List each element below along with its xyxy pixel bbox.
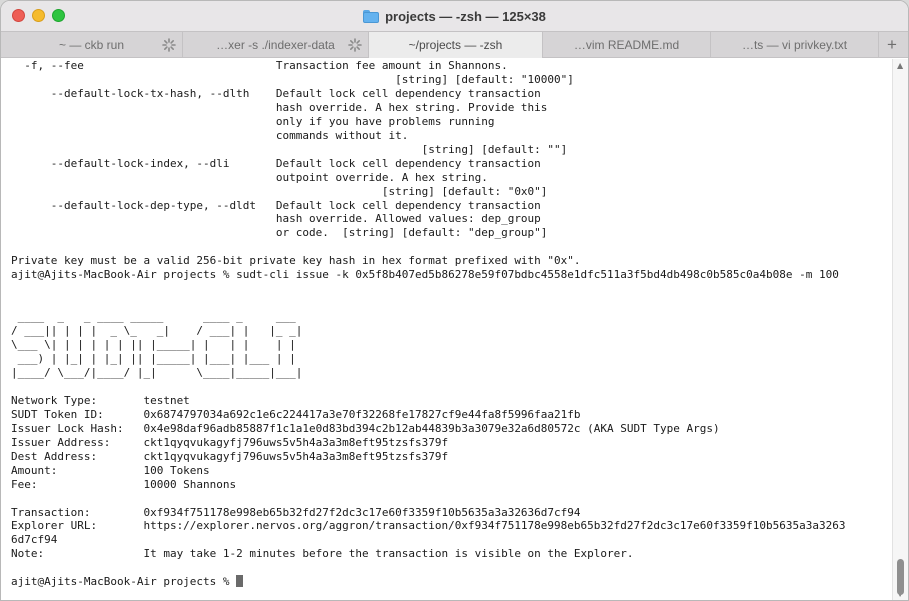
terminal-line: Transaction: 0xf934f751178e998eb65b32fd2… [11,505,581,519]
text-cursor [236,575,244,588]
terminal-line: Dest Address: ckt1qyqvukagyfj796uws5v5h4… [11,449,449,463]
terminal-line: ___) | |_| | |_| || |_____| |___| |___ |… [11,352,296,366]
terminal-line: or code. [string] [default: "dep_group"] [11,226,548,240]
scroll-up-arrow-icon[interactable]: ▲ [897,62,904,70]
terminal-line: \___ \| | | | | | || |_____| | | | | | [11,338,296,352]
window-title: projects — -zsh — 125×38 [385,8,546,24]
folder-icon [363,9,380,23]
window-title-group: projects — -zsh — 125×38 [1,7,908,25]
terminal-line: 6d7cf94 [11,533,58,547]
terminal-line: [string] [default: "10000"] [11,72,574,86]
terminal-text: -f, --fee Transaction fee amount in Shan… [11,59,845,589]
scrollbar-thumb[interactable] [897,559,904,595]
tab-vi-privkey[interactable]: …ts — vi privkey.txt [711,32,879,58]
activity-spinner-icon [162,38,176,52]
terminal-line: only if you have problems running [11,114,495,128]
terminal-prompt-line: ajit@Ajits-MacBook-Air projects % [11,575,845,589]
tab-indexer[interactable]: …xer -s ./indexer-data [183,32,369,58]
terminal-window: projects — -zsh — 125×38 ~ — ckb run …xe… [0,0,909,601]
terminal-line: Issuer Lock Hash: 0x4e98daf96adb85887f1c… [11,421,720,435]
terminal-line: -f, --fee Transaction fee amount in Shan… [11,59,508,72]
tab-label: …vim README.md [573,38,680,52]
tab-projects-zsh[interactable]: ~/projects — -zsh [369,32,543,58]
terminal-line: hash override. A hex string. Provide thi… [11,100,548,114]
tab-label: ~/projects — -zsh [408,38,503,52]
terminal-line: Private key must be a valid 256-bit priv… [11,254,581,268]
terminal-line: ajit@Ajits-MacBook-Air projects % sudt-c… [11,268,839,282]
terminal-line: ____ _ _ ____ _____ ____ _ ___ [11,310,296,324]
terminal-line: SUDT Token ID: 0x6874797034a692c1e6c2244… [11,407,581,421]
tab-label: …xer -s ./indexer-data [216,38,335,52]
terminal-line: Issuer Address: ckt1qyqvukagyfj796uws5v5… [11,435,449,449]
terminal-line: Explorer URL: https://explorer.nervos.or… [11,519,846,533]
terminal-line: commands without it. [11,128,409,142]
title-bar[interactable]: projects — -zsh — 125×38 [1,1,908,31]
terminal-line: / ___|| | | | _ \_ _| / ___| | |_ _| [11,324,303,338]
terminal-line: outpoint override. A hex string. [11,170,488,184]
terminal-line: --default-lock-tx-hash, --dlth Default l… [11,86,541,100]
terminal-line: [string] [default: ""] [11,142,568,156]
terminal-line: --default-lock-index, --dli Default lock… [11,156,541,170]
activity-spinner-icon [348,38,362,52]
tab-bar: ~ — ckb run …xer -s ./indexer-data ~/pro… [1,31,908,58]
terminal-line: [string] [default: "0x0"] [11,184,548,198]
tab-label: ~ — ckb run [58,38,125,52]
terminal-output[interactable]: -f, --fee Transaction fee amount in Shan… [1,59,894,600]
terminal-line: Amount: 100 Tokens [11,463,210,477]
tab-vim-readme[interactable]: …vim README.md [543,32,711,58]
terminal-line: Fee: 10000 Shannons [11,477,237,491]
tab-ckb-run[interactable]: ~ — ckb run [1,32,183,58]
terminal-line: hash override. Allowed values: dep_group [11,212,541,226]
new-tab-button[interactable]: + [879,32,905,58]
tab-label: …ts — vi privkey.txt [741,38,848,52]
terminal-line: Network Type: testnet [11,393,190,407]
shell-prompt: ajit@Ajits-MacBook-Air projects % [11,575,237,589]
vertical-scrollbar[interactable]: ▲ ▼ [892,59,908,600]
terminal-line: Note: It may take 1-2 minutes before the… [11,547,634,561]
terminal-line: --default-lock-dep-type, --dldt Default … [11,198,541,212]
terminal-line: |____/ \___/|____/ |_| \____|_____|___| [11,365,303,379]
plus-icon: + [887,35,897,54]
